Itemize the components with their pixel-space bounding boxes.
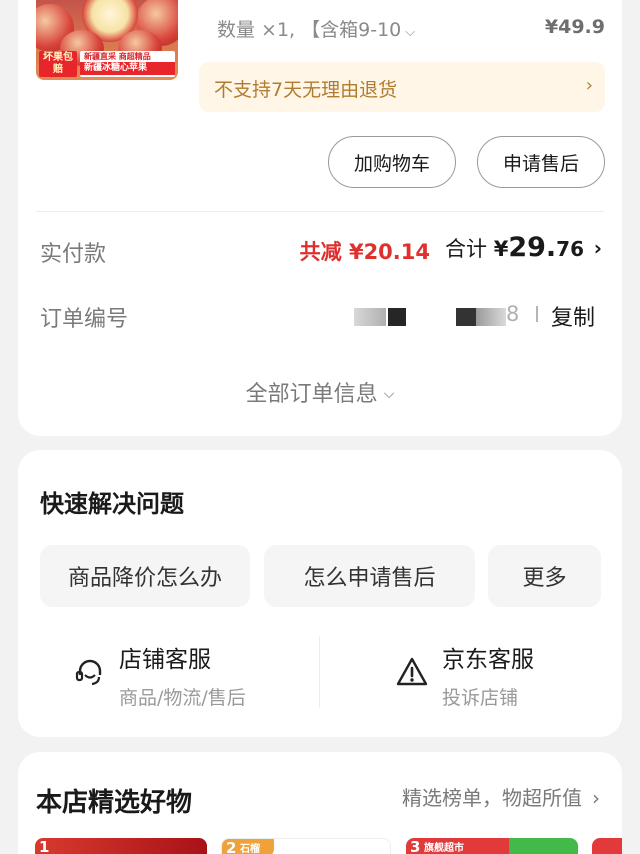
- order-number-tail: 8: [506, 302, 520, 326]
- product-origin-tag: 新疆直采 商超精品 新疆冰糖心苹果: [80, 51, 175, 77]
- add-to-cart-button[interactable]: 加购物车: [328, 136, 456, 188]
- total-decimal: 76: [556, 237, 584, 261]
- origin-tag-top: 新疆直采 商超精品: [84, 52, 151, 61]
- quick-help-card: 快速解决问题 商品降价怎么办 怎么申请售后 更多 店铺客服 商品/物流/售后 京…: [18, 450, 622, 737]
- total-amount: 合计 ¥29.76: [445, 232, 584, 263]
- chevron-right-icon: ›: [585, 75, 593, 96]
- all-order-info-toggle[interactable]: 全部订单信息 ⌵: [18, 376, 622, 408]
- recommended-item-label: 旗舰超市: [424, 843, 464, 854]
- all-order-info-label: 全部订单信息: [245, 382, 378, 407]
- store-picks-subtitle: 精选榜单，物超所值: [402, 786, 582, 810]
- headset-icon: [75, 659, 102, 686]
- recommended-item[interactable]: 1: [35, 838, 207, 854]
- item-price: ¥49.9: [544, 16, 605, 38]
- recommended-item-label: 石榴: [240, 844, 260, 854]
- recommended-item[interactable]: 2 石榴: [221, 838, 391, 854]
- divider: [36, 211, 604, 212]
- chevron-down-icon: ⌵: [383, 386, 395, 402]
- recommended-item[interactable]: [592, 838, 622, 854]
- jd-service-title: 京东客服: [442, 647, 534, 673]
- origin-tag-bottom: 新疆冰糖心苹果: [80, 62, 175, 75]
- recommended-item[interactable]: 3 旗舰超市: [406, 838, 578, 854]
- jd-service-subtitle: 投诉店铺: [442, 687, 519, 709]
- product-image[interactable]: 坏果包赔 新疆直采 商超精品 新疆冰糖心苹果: [36, 0, 178, 80]
- rank-number: 1: [39, 838, 50, 854]
- divider: [319, 636, 320, 708]
- redacted-order-number: [476, 308, 506, 326]
- store-picks-title: 本店精选好物: [36, 788, 193, 818]
- order-card: 坏果包赔 新疆直采 商超精品 新疆冰糖心苹果 数量 ×1, 【含箱9-10 ⌵ ¥…: [18, 0, 622, 436]
- return-policy-text: 不支持7天无理由退货: [214, 79, 398, 101]
- total-integer: 29.: [508, 232, 557, 263]
- help-chip-more[interactable]: 更多: [488, 545, 601, 607]
- quantity-spec-text: 数量 ×1, 【含箱9-10: [217, 19, 402, 41]
- warning-icon: [396, 657, 428, 686]
- divider: [536, 306, 538, 322]
- quick-help-title: 快速解决问题: [40, 490, 184, 518]
- store-service-subtitle: 商品/物流/售后: [119, 687, 246, 709]
- damage-guarantee-tag: 坏果包赔: [39, 51, 77, 77]
- quantity-spec[interactable]: 数量 ×1, 【含箱9-10 ⌵: [217, 15, 415, 42]
- return-policy-notice[interactable]: 不支持7天无理由退货 ›: [199, 62, 605, 112]
- copy-order-number-button[interactable]: 复制: [551, 300, 595, 332]
- discount-amount: 共减 ¥20.14: [299, 240, 430, 264]
- help-chip-after-sale[interactable]: 怎么申请售后: [264, 545, 475, 607]
- chevron-right-icon[interactable]: ›: [594, 236, 602, 260]
- store-picks-ranking-link[interactable]: 精选榜单，物超所值 ›: [402, 782, 600, 811]
- store-picks-card: 本店精选好物 精选榜单，物超所值 › 1 2 石榴 3 旗舰超市: [18, 752, 622, 854]
- rank-number: 2: [226, 839, 237, 854]
- chevron-right-icon: ›: [592, 786, 600, 810]
- redacted-order-number: [354, 308, 386, 326]
- help-chip-price-drop[interactable]: 商品降价怎么办: [40, 545, 250, 607]
- store-service-title: 店铺客服: [119, 647, 211, 673]
- rank-number: 3: [410, 838, 421, 854]
- paid-amount-label: 实付款: [40, 242, 107, 267]
- redacted-order-number: [388, 308, 406, 326]
- chevron-down-icon: ⌵: [405, 25, 416, 40]
- order-number-label: 订单编号: [40, 307, 129, 332]
- total-currency: ¥: [493, 237, 509, 261]
- total-prefix: 合计: [445, 237, 494, 261]
- apply-after-sale-button[interactable]: 申请售后: [477, 136, 605, 188]
- redacted-order-number: [456, 308, 476, 326]
